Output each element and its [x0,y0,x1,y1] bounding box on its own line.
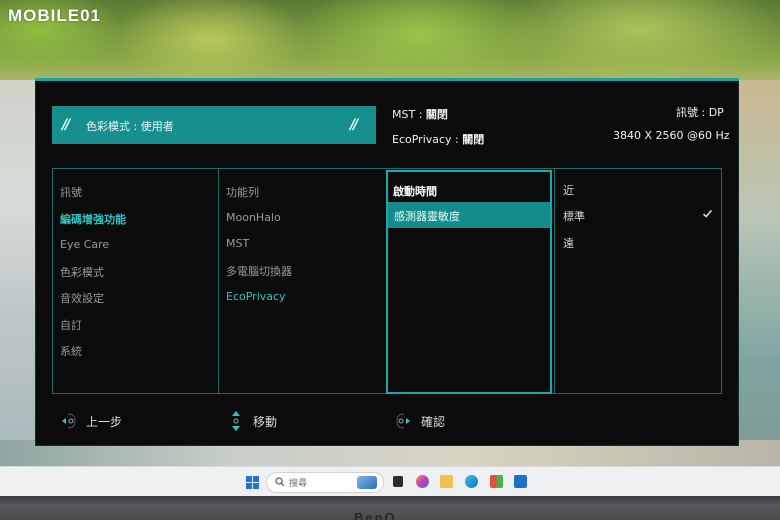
column-divider [218,168,219,394]
watermark: MOBILE01 [8,6,101,26]
joystick-left-icon [62,413,76,429]
menu-item-system[interactable]: 系統 [60,343,82,359]
ecoprivacy-status: EcoPrivacy : 關閉 [392,133,485,146]
joystick-right-icon [396,413,410,429]
menu-item-eye-care[interactable]: Eye Care [60,238,109,251]
slash-decor-right-icon: // [350,117,358,133]
footer-move-label[interactable]: 移動 [253,413,277,430]
value-standard[interactable]: 標準 [563,208,585,224]
signal-status: 訊號 : DP [676,106,724,119]
submenu-item-toolbar[interactable]: 功能列 [226,184,259,200]
option-sensor-sensitivity-label: 感測器靈敏度 [394,210,460,223]
windows-taskbar: 搜尋 [0,466,780,496]
monitor-bezel: BenQ [0,496,780,520]
footer-back-label[interactable]: 上一步 [86,413,122,430]
store-icon[interactable] [490,475,503,488]
submenu-item-mst[interactable]: MST [226,237,249,250]
outlook-icon[interactable] [514,475,527,488]
edge-icon[interactable] [465,475,478,488]
joystick-updown-icon [232,411,240,431]
submenu-item-ecoprivacy[interactable]: EcoPrivacy [226,290,286,303]
menu-item-signal[interactable]: 訊號 [60,184,82,200]
ecoprivacy-label: EcoPrivacy [392,133,452,146]
ecoprivacy-value: 關閉 [462,133,485,146]
taskbar-search-box[interactable]: 搜尋 [266,472,384,493]
menu-item-audio[interactable]: 音效設定 [60,290,104,306]
submenu-item-kvm-switch[interactable]: 多電腦切換器 [226,263,292,279]
checkmark-icon [702,209,713,218]
mst-value: 關閉 [425,108,448,121]
resolution-status: 3840 X 2560 @60 Hz [613,129,730,142]
color-mode-bar: // 色彩模式 : 使用者 // [52,106,376,144]
osd-top-accent [35,78,739,81]
option-startup-time[interactable]: 啟動時間 [393,183,437,199]
beach-background-left [0,80,40,480]
bezel-logo: BenQ [354,510,397,520]
color-mode-value: 使用者 [140,120,174,133]
search-icon [275,477,285,487]
windows-start-icon[interactable] [246,476,260,490]
menu-item-color-mode[interactable]: 色彩模式 [60,264,104,280]
menu-item-coding-enhancement[interactable]: 編碼增強功能 [60,211,126,227]
file-explorer-icon[interactable] [440,475,453,488]
color-mode-text: 色彩模式 : 使用者 [86,120,174,133]
menu-item-custom[interactable]: 自訂 [60,317,82,333]
beach-background-right [738,80,780,480]
task-view-icon[interactable] [393,476,403,487]
value-far[interactable]: 遠 [563,235,574,251]
footer-confirm-label[interactable]: 確認 [421,413,445,430]
search-placeholder: 搜尋 [289,479,308,489]
watermark-text: MOBILE01 [8,6,102,25]
slash-decor-left-icon: // [62,117,70,133]
value-near[interactable]: 近 [563,182,574,198]
signal-label: 訊號 [676,106,698,119]
column-divider [554,168,555,394]
mst-label: MST [392,108,416,121]
mst-status: MST : 關閉 [392,108,448,121]
option-sensor-sensitivity[interactable]: 感測器靈敏度 [388,202,550,228]
submenu-item-moonhalo[interactable]: MoonHalo [226,211,281,224]
signal-value: DP [708,106,724,119]
widgets-icon[interactable] [357,476,377,489]
color-mode-label: 色彩模式 [86,120,130,133]
copilot-icon[interactable] [416,475,429,488]
